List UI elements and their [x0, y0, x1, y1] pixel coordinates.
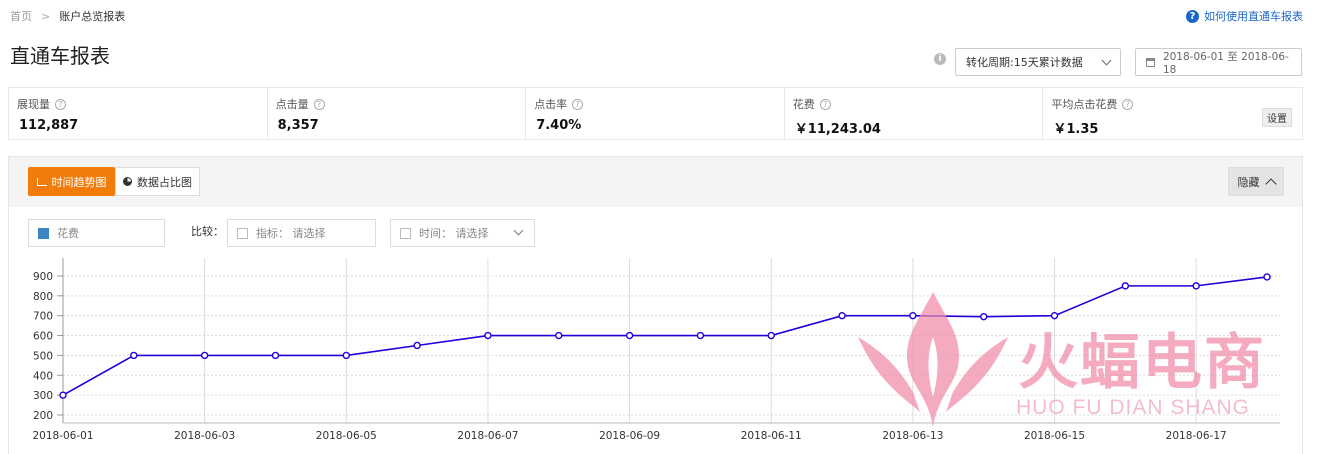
metric-label: 展现量 [17, 98, 50, 111]
x-tick-label: 2018-06-07 [457, 430, 518, 442]
data-point [909, 311, 917, 320]
data-point [1263, 273, 1271, 281]
info-icon[interactable]: i [934, 53, 946, 65]
x-tick-label: 2018-06-13 [882, 430, 943, 442]
x-tick-label: 2018-06-17 [1166, 430, 1227, 442]
y-tick-label: 900 [33, 271, 53, 283]
tab-data-ratio[interactable]: 数据占比图 [115, 167, 200, 196]
metric-label: 点击率 [534, 98, 568, 111]
chevron-up-icon [1264, 177, 1277, 190]
question-icon[interactable]: ? [55, 98, 66, 110]
settings-button[interactable]: 设置 [1261, 108, 1292, 127]
data-point [59, 391, 67, 399]
data-point [767, 331, 775, 340]
x-tick-label: 2018-06-15 [1024, 430, 1085, 442]
data-point [271, 351, 280, 360]
data-point [342, 351, 350, 360]
chart-panel-header: 时间趋势图 数据占比图 隐藏 [9, 157, 1302, 207]
metric-label: 花费 [792, 98, 815, 111]
conversion-cycle-select[interactable]: 转化周期:15天累计数据 [955, 48, 1121, 76]
compare-time-value: 时间： 请选择 [419, 227, 489, 240]
metric-ctr: 点击率? 7.40% [526, 88, 785, 139]
y-tick-label: 400 [33, 370, 53, 382]
help-link-label: 如何使用直通车报表 [1204, 10, 1303, 23]
x-tick-label: 2018-06-03 [174, 430, 235, 442]
compare-label: 比较： [191, 225, 224, 238]
metric-label: 点击量 [275, 98, 309, 111]
data-point [555, 331, 563, 340]
data-point [696, 331, 705, 340]
chevron-right-icon: > [41, 9, 51, 23]
compare-metric-select[interactable]: 指标： 请选择 [227, 219, 376, 247]
page-title: 直通车报表 [10, 44, 110, 68]
checkbox[interactable] [400, 227, 411, 239]
metric-clicks: 点击量? 8,357 [268, 88, 527, 139]
series-color-swatch [38, 227, 49, 239]
tab-time-trend[interactable]: 时间趋势图 [28, 167, 115, 196]
hide-button[interactable]: 隐藏 [1228, 167, 1284, 196]
compare-metric-value: 指标： 请选择 [256, 227, 326, 240]
date-range-value: 2018-06-01 至 2018-06-18 [1162, 50, 1289, 76]
pie-chart-icon [123, 177, 132, 186]
spend-trend-chart: 200 300 400 500 600 700 800 900 2018-06-01 2018-0… [32, 258, 1280, 442]
conversion-cycle-value: 转化周期:15天累计数据 [966, 56, 1083, 69]
question-circle-icon: ? [1186, 9, 1199, 23]
chevron-down-icon [1101, 55, 1112, 65]
data-point [1192, 282, 1200, 290]
question-icon[interactable]: ? [572, 98, 584, 110]
data-point [413, 341, 421, 350]
metric-value: 7.40% [536, 118, 582, 133]
x-tick-label: 2018-06-01 [32, 430, 93, 442]
metric-cost: 花费? ￥11,243.04 [785, 88, 1044, 139]
question-icon[interactable]: ? [1122, 98, 1134, 110]
metrics-bar: 展现量? 112,887 点击量? 8,357 点击率? 7.40% 花费? ￥… [8, 87, 1303, 140]
data-point [1050, 311, 1059, 320]
breadcrumb: 首页 > 账户总览报表 [10, 8, 125, 24]
top-bar: 首页 > 账户总览报表 ? 如何使用直通车报表 [0, 0, 1320, 32]
x-tick-label: 2018-06-09 [599, 430, 660, 442]
data-point [1121, 282, 1130, 290]
metric-avg-cpc: 平均点击花费? ￥1.35 设置 [1043, 88, 1302, 139]
metric-value: 8,357 [277, 118, 319, 133]
metric-value: ￥11,243.04 [794, 122, 881, 137]
y-tick-label: 600 [33, 331, 53, 343]
x-tick-label: 2018-06-11 [741, 430, 802, 442]
line-chart-icon [36, 177, 47, 186]
metric-value: 112,887 [19, 118, 79, 133]
y-tick-label: 200 [33, 410, 53, 422]
metric-label: 平均点击花费 [1051, 98, 1118, 111]
question-icon[interactable]: ? [313, 98, 325, 110]
breadcrumb-current: 账户总览报表 [59, 10, 126, 23]
checkbox[interactable] [237, 227, 248, 239]
data-point [625, 331, 634, 340]
y-tick-label: 500 [33, 350, 53, 362]
y-tick-label: 800 [33, 291, 53, 303]
y-tick-label: 700 [33, 311, 53, 323]
data-point [484, 331, 492, 340]
question-icon[interactable]: ? [819, 98, 831, 110]
series-selector-label: 花费 [57, 227, 79, 240]
breadcrumb-home[interactable]: 首页 [10, 8, 32, 24]
compare-time-select[interactable]: 时间： 请选择 [390, 219, 535, 247]
data-point [980, 312, 988, 321]
hide-label: 隐藏 [1237, 175, 1260, 189]
help-link[interactable]: ? 如何使用直通车报表 [1186, 8, 1303, 24]
y-tick-label: 300 [33, 390, 53, 402]
date-range-picker[interactable]: 2018-06-01 至 2018-06-18 [1135, 48, 1302, 76]
calendar-icon [1146, 57, 1155, 67]
data-point [200, 351, 209, 360]
data-point [130, 351, 138, 360]
series-selector[interactable]: 花费 [28, 219, 165, 247]
x-tick-label: 2018-06-05 [316, 430, 377, 442]
data-point [838, 311, 846, 320]
tab-label: 时间趋势图 [51, 175, 107, 189]
metric-impressions: 展现量? 112,887 [9, 88, 268, 139]
chevron-down-icon [513, 225, 524, 236]
tab-label: 数据占比图 [137, 175, 192, 189]
